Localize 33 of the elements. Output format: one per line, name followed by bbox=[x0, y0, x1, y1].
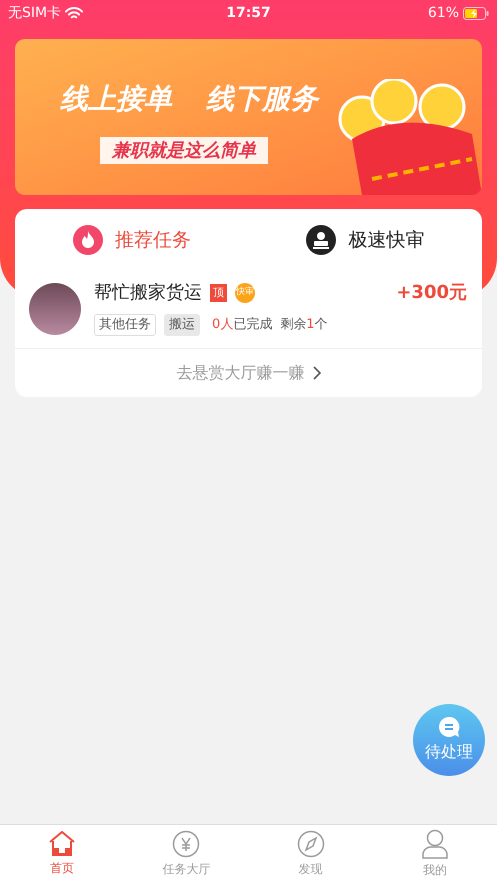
flame-icon bbox=[72, 225, 103, 255]
banner-slogan: 兼职就是这么简单 bbox=[100, 137, 268, 164]
compass-icon bbox=[296, 830, 325, 858]
completed-count: 0人已完成 bbox=[212, 316, 272, 334]
stamp-icon bbox=[306, 225, 336, 255]
nav-tab[interactable]: 发现 bbox=[248, 825, 373, 883]
promo-banner[interactable]: 线上接单 线下服务 兼职就是这么简单 bbox=[15, 39, 482, 195]
top-badge: 顶 bbox=[210, 284, 227, 302]
banner-headline: 线上接单 bbox=[60, 81, 172, 117]
chevron-right-icon bbox=[312, 366, 320, 380]
task-tab[interactable]: 极速快审 bbox=[248, 209, 482, 271]
task-tab[interactable]: 推荐任务 bbox=[15, 209, 248, 271]
reward-amount: +300元 bbox=[396, 281, 467, 305]
remaining-count: 剩余1个 bbox=[280, 316, 328, 334]
pending-button[interactable]: 待处理 bbox=[413, 704, 485, 776]
home-icon bbox=[48, 831, 76, 857]
clock-text: 17:57 bbox=[226, 4, 271, 22]
battery-text: 61% bbox=[428, 4, 459, 22]
reward-hall-link[interactable]: 去悬赏大厅赚一赚 bbox=[15, 348, 482, 396]
chat-bubble-icon bbox=[437, 716, 461, 738]
wifi-icon bbox=[65, 6, 84, 20]
task-tag: 其他任务 bbox=[94, 314, 156, 336]
person-icon bbox=[420, 829, 449, 859]
yen-coin-icon bbox=[172, 830, 200, 858]
avatar-photo-placeholder bbox=[29, 283, 81, 335]
task-tag: 搬运 bbox=[164, 314, 200, 336]
carrier-text: 无SIM卡 bbox=[8, 4, 62, 22]
nav-tab[interactable]: 我的 bbox=[372, 825, 497, 883]
banner-headline: 线下服务 bbox=[206, 81, 318, 117]
task-title[interactable]: 帮忙搬家货运 bbox=[94, 279, 202, 306]
nav-tab[interactable]: 首页 bbox=[0, 825, 124, 883]
nav-tab[interactable]: 任务大厅 bbox=[124, 825, 248, 883]
fast-review-badge: 快审 bbox=[235, 282, 255, 302]
